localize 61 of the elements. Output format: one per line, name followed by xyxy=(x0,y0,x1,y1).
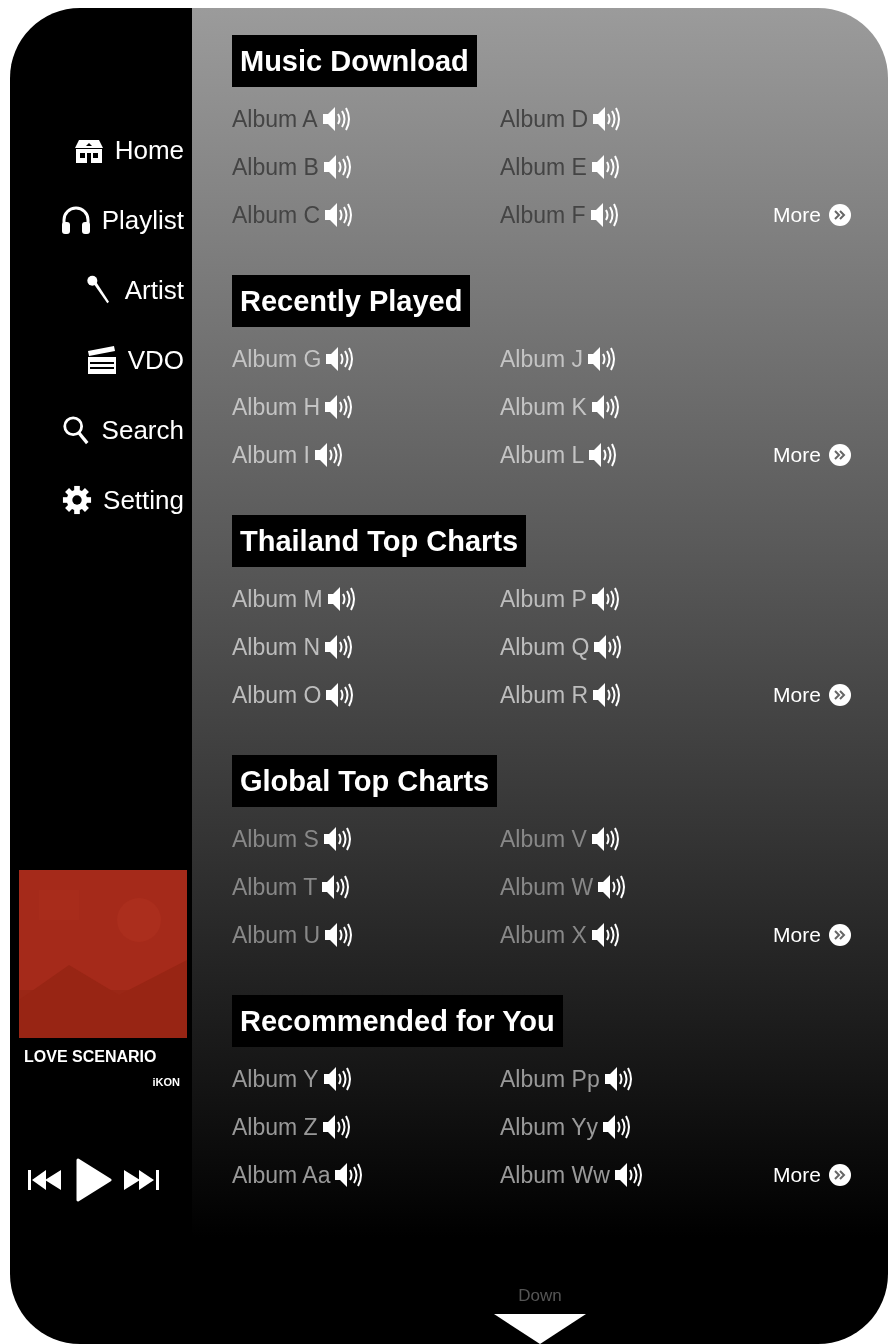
album-link[interactable]: Album P xyxy=(500,575,768,623)
section-title: Recommended for You xyxy=(232,995,563,1047)
clapperboard-icon xyxy=(85,345,118,375)
album-link[interactable]: Album K xyxy=(500,383,768,431)
album-link[interactable]: Album N xyxy=(232,623,500,671)
artist-name: iKON xyxy=(152,1076,180,1088)
album-link[interactable]: Album Q xyxy=(500,623,768,671)
nav-item[interactable]: Artist xyxy=(10,255,192,325)
more-link[interactable]: More xyxy=(773,1151,851,1199)
section-title: Recently Played xyxy=(232,275,471,327)
more-link[interactable]: More xyxy=(773,431,851,479)
album-link[interactable]: Album Z xyxy=(232,1103,500,1151)
album-link[interactable]: Album R xyxy=(500,671,768,719)
play-icon[interactable] xyxy=(76,1158,112,1202)
album-link[interactable]: Album Y xyxy=(232,1055,500,1103)
settings-icon xyxy=(61,485,94,515)
album-link[interactable]: Album V xyxy=(500,815,768,863)
section-title: Thailand Top Charts xyxy=(232,515,527,567)
album-link[interactable]: Album J xyxy=(500,335,768,383)
next-icon[interactable] xyxy=(124,1167,160,1193)
album-link[interactable]: Album H xyxy=(232,383,500,431)
forward-icon xyxy=(828,924,851,946)
forward-icon xyxy=(828,204,851,226)
section-title: Global Top Charts xyxy=(232,755,498,807)
album-link[interactable]: Album U xyxy=(232,911,500,959)
section-title: Music Download xyxy=(232,35,477,87)
album-link[interactable]: Album T xyxy=(232,863,500,911)
nav-item[interactable]: Playlist xyxy=(10,185,192,255)
forward-icon xyxy=(828,444,851,466)
down-arrow-icon[interactable] xyxy=(494,1314,586,1344)
album-link[interactable]: Album F xyxy=(500,191,768,239)
album-link[interactable]: Album A xyxy=(232,95,500,143)
album-link[interactable]: Album E xyxy=(500,143,768,191)
nav-item[interactable]: Setting xyxy=(10,465,192,535)
previous-icon[interactable] xyxy=(28,1167,64,1193)
more-link[interactable]: More xyxy=(773,191,851,239)
nav-item[interactable]: VDO xyxy=(10,325,192,395)
song-title: LOVE SCENARIO xyxy=(24,1048,158,1066)
album-link[interactable]: Album G xyxy=(232,335,500,383)
down-label: Down xyxy=(518,1286,562,1306)
album-link[interactable]: Album Pp xyxy=(500,1055,768,1103)
album-link[interactable]: Album B xyxy=(232,143,500,191)
forward-icon xyxy=(828,684,851,706)
album-link[interactable]: Album W xyxy=(500,863,768,911)
album-link[interactable]: Album X xyxy=(500,911,768,959)
album-link[interactable]: Album I xyxy=(232,431,500,479)
album-link[interactable]: Album L xyxy=(500,431,768,479)
nav-item[interactable]: Home xyxy=(10,115,192,185)
album-link[interactable]: Album Aa xyxy=(232,1151,500,1199)
album-link[interactable]: Album S xyxy=(232,815,500,863)
album-link[interactable]: Album C xyxy=(232,191,500,239)
nav-item[interactable]: Search xyxy=(10,395,192,465)
more-link[interactable]: More xyxy=(773,911,851,959)
more-link[interactable]: More xyxy=(773,671,851,719)
album-link[interactable]: Album Yy xyxy=(500,1103,768,1151)
album-link[interactable]: Album Ww xyxy=(500,1151,768,1199)
album-link[interactable]: Album D xyxy=(500,95,768,143)
album-link[interactable]: Album M xyxy=(232,575,500,623)
album-link[interactable]: Album O xyxy=(232,671,500,719)
forward-icon xyxy=(828,1164,851,1186)
headphones-icon xyxy=(59,205,92,235)
